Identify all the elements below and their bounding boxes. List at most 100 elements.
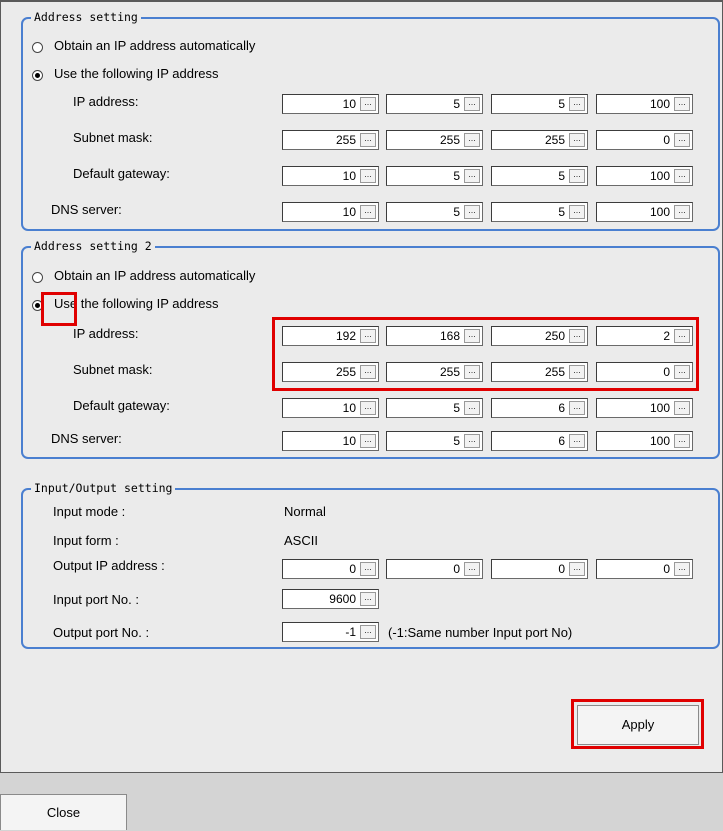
ip-octet-4[interactable]: 100... <box>596 94 693 114</box>
octet-spin-button[interactable]: ... <box>464 329 480 343</box>
input-port-label: Input port No. : <box>53 592 139 607</box>
subnet2-octet-4[interactable]: 0... <box>596 362 693 382</box>
gateway2-octet-3[interactable]: 6... <box>491 398 588 418</box>
octet-spin-button[interactable]: ... <box>569 205 585 219</box>
octet-spin-button[interactable]: ... <box>464 133 480 147</box>
octet-spin-button[interactable]: ... <box>464 434 480 448</box>
octet-spin-button[interactable]: ... <box>674 562 690 576</box>
gateway2-octet-1[interactable]: 10... <box>282 398 379 418</box>
octet-spin-button[interactable]: ... <box>674 97 690 111</box>
dns-octet-2[interactable]: 5... <box>386 202 483 222</box>
input-port-field[interactable]: 9600... <box>282 589 379 609</box>
octet-spin-button[interactable]: ... <box>674 401 690 415</box>
radio-obtain-auto-label: Obtain an IP address automatically <box>54 38 256 53</box>
octet-spin-button[interactable]: ... <box>569 133 585 147</box>
octet-spin-button[interactable]: ... <box>464 401 480 415</box>
octet-spin-button[interactable]: ... <box>674 205 690 219</box>
subnet-mask-label: Subnet mask: <box>73 130 153 145</box>
octet-spin-button[interactable]: ... <box>569 365 585 379</box>
port-spin-button[interactable]: ... <box>360 592 376 606</box>
octet-spin-button[interactable]: ... <box>464 97 480 111</box>
gateway-octet-3[interactable]: 5... <box>491 166 588 186</box>
octet-spin-button[interactable]: ... <box>360 169 376 183</box>
close-button[interactable]: Close <box>0 794 127 830</box>
octet-spin-button[interactable]: ... <box>569 97 585 111</box>
default-gateway-2-label: Default gateway: <box>73 398 170 413</box>
radio-use-following[interactable] <box>32 70 43 81</box>
gateway2-octet-2[interactable]: 5... <box>386 398 483 418</box>
dns-octet-3[interactable]: 5... <box>491 202 588 222</box>
octet-spin-button[interactable]: ... <box>674 133 690 147</box>
gateway-octet-4[interactable]: 100... <box>596 166 693 186</box>
ip2-octet-3[interactable]: 250... <box>491 326 588 346</box>
ip-octet-2[interactable]: 5... <box>386 94 483 114</box>
octet-spin-button[interactable]: ... <box>360 434 376 448</box>
output-port-field[interactable]: -1... <box>282 622 379 642</box>
octet-spin-button[interactable]: ... <box>569 562 585 576</box>
ip-octet-1[interactable]: 10... <box>282 94 379 114</box>
octet-spin-button[interactable]: ... <box>569 434 585 448</box>
subnet-octet-3[interactable]: 255... <box>491 130 588 150</box>
gateway2-octet-4[interactable]: 100... <box>596 398 693 418</box>
gateway-octet-2[interactable]: 5... <box>386 166 483 186</box>
octet-spin-button[interactable]: ... <box>360 329 376 343</box>
dns-octet-1[interactable]: 10... <box>282 202 379 222</box>
octet-spin-button[interactable]: ... <box>674 329 690 343</box>
octet-spin-button[interactable]: ... <box>360 133 376 147</box>
dns2-octet-1[interactable]: 10... <box>282 431 379 451</box>
octet-spin-button[interactable]: ... <box>674 169 690 183</box>
octet-spin-button[interactable]: ... <box>360 365 376 379</box>
ip-address-label: IP address: <box>73 94 139 109</box>
octet-spin-button[interactable]: ... <box>674 365 690 379</box>
output-ip-octet-4[interactable]: 0... <box>596 559 693 579</box>
radio-obtain-auto[interactable] <box>32 42 43 53</box>
octet-spin-button[interactable]: ... <box>569 401 585 415</box>
input-form-label: Input form : <box>53 533 119 548</box>
octet-spin-button[interactable]: ... <box>360 205 376 219</box>
ip-octet-3[interactable]: 5... <box>491 94 588 114</box>
dns2-octet-3[interactable]: 6... <box>491 431 588 451</box>
dns2-octet-2[interactable]: 5... <box>386 431 483 451</box>
radio-obtain-auto-2[interactable] <box>32 272 43 283</box>
octet-spin-button[interactable]: ... <box>464 205 480 219</box>
dns2-octet-4[interactable]: 100... <box>596 431 693 451</box>
ip2-octet-1[interactable]: 192... <box>282 326 379 346</box>
group-title: Input/Output setting <box>31 481 176 496</box>
radio-obtain-auto-2-label: Obtain an IP address automatically <box>54 268 256 283</box>
subnet2-octet-2[interactable]: 255... <box>386 362 483 382</box>
radio-use-following-2[interactable] <box>32 300 43 311</box>
group-title: Address setting 2 <box>31 239 155 254</box>
subnet2-octet-3[interactable]: 255... <box>491 362 588 382</box>
default-gateway-label: Default gateway: <box>73 166 170 181</box>
ip2-octet-2[interactable]: 168... <box>386 326 483 346</box>
octet-spin-button[interactable]: ... <box>464 365 480 379</box>
output-ip-octet-2[interactable]: 0... <box>386 559 483 579</box>
apply-button[interactable]: Apply <box>577 705 699 745</box>
subnet-octet-2[interactable]: 255... <box>386 130 483 150</box>
output-port-label: Output port No. : <box>53 625 150 640</box>
octet-spin-button[interactable]: ... <box>569 329 585 343</box>
subnet-octet-4[interactable]: 0... <box>596 130 693 150</box>
octet-spin-button[interactable]: ... <box>464 169 480 183</box>
gateway-octet-1[interactable]: 10... <box>282 166 379 186</box>
ip2-octet-4[interactable]: 2... <box>596 326 693 346</box>
subnet2-octet-1[interactable]: 255... <box>282 362 379 382</box>
dns-server-2-label: DNS server: <box>51 431 122 446</box>
input-mode-label: Input mode : <box>53 504 126 519</box>
ip-address-2-label: IP address: <box>73 326 139 341</box>
dns-server-label: DNS server: <box>51 202 122 217</box>
output-ip-label: Output IP address : <box>53 558 165 573</box>
octet-spin-button[interactable]: ... <box>674 434 690 448</box>
output-ip-octet-1[interactable]: 0... <box>282 559 379 579</box>
port-spin-button[interactable]: ... <box>360 625 376 639</box>
octet-spin-button[interactable]: ... <box>464 562 480 576</box>
octet-spin-button[interactable]: ... <box>569 169 585 183</box>
subnet-octet-1[interactable]: 255... <box>282 130 379 150</box>
octet-spin-button[interactable]: ... <box>360 97 376 111</box>
subnet-mask-2-label: Subnet mask: <box>73 362 153 377</box>
octet-spin-button[interactable]: ... <box>360 401 376 415</box>
octet-spin-button[interactable]: ... <box>360 562 376 576</box>
output-ip-octet-3[interactable]: 0... <box>491 559 588 579</box>
group-title: Address setting <box>31 10 141 25</box>
dns-octet-4[interactable]: 100... <box>596 202 693 222</box>
